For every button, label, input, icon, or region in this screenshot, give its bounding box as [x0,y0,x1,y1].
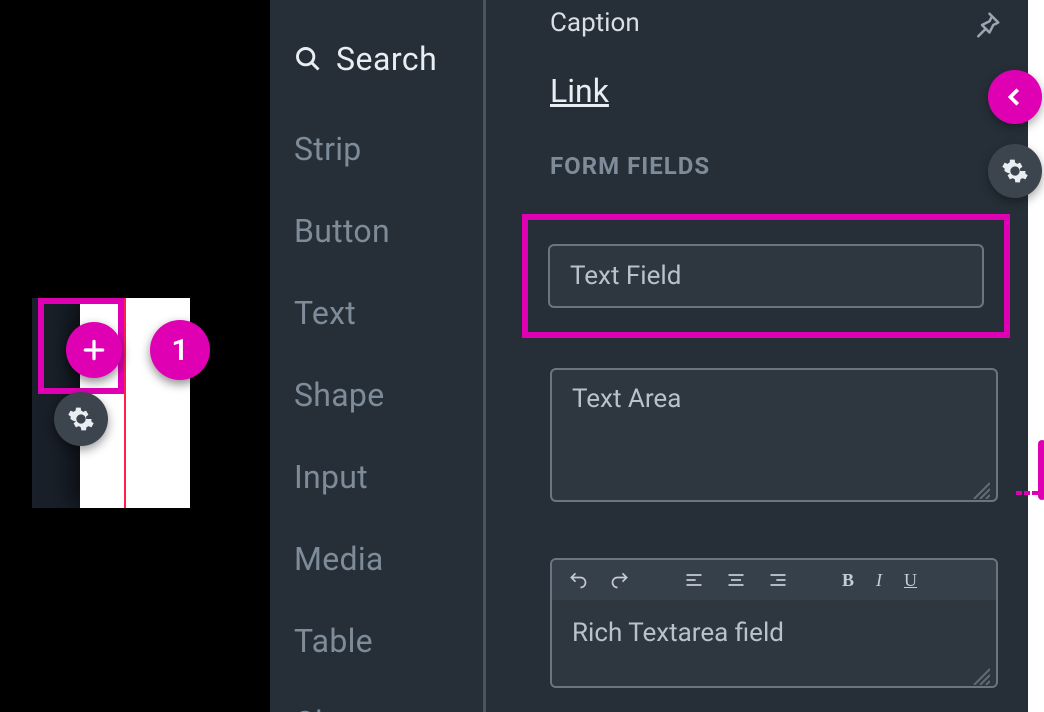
text-field-preview: Text Field [548,244,984,308]
underline-icon[interactable]: U [904,570,917,591]
search-label: Search [336,40,437,78]
caption-item[interactable]: Caption [550,0,998,38]
italic-icon[interactable]: I [876,570,882,591]
component-marker: 1 [32,298,192,510]
redo-icon[interactable] [610,570,630,590]
rich-textarea-body: Rich Textarea field [552,600,996,686]
category-text[interactable]: Text [270,272,483,354]
align-center-icon[interactable] [726,570,746,590]
link-item[interactable]: Link [550,72,609,110]
chevron-left-icon [1004,86,1026,108]
undo-icon[interactable] [568,570,588,590]
drag-handle-icon [1014,480,1044,486]
category-sidebar: Search Strip Button Text Shape Input Med… [270,0,486,712]
step-badge: 1 [150,320,210,380]
gear-icon [1001,157,1029,185]
panel-settings-button[interactable] [988,144,1042,198]
step-badge-number: 1 [171,333,188,368]
align-right-icon[interactable] [768,570,788,590]
form-fields-heading: FORM FIELDS [550,152,998,180]
gear-icon [67,405,95,433]
element-settings-button[interactable] [54,392,108,446]
category-shape[interactable]: Shape [270,354,483,436]
rich-textarea-item[interactable]: B I U Rich Textarea field [550,558,998,688]
text-field-label: Text Field [570,261,681,291]
canvas-column: 1 [0,0,270,712]
collapse-panel-button[interactable] [988,70,1042,124]
align-left-icon[interactable] [684,570,704,590]
category-table[interactable]: Table [270,600,483,682]
search-icon [294,45,322,73]
resize-handle-icon [970,662,990,682]
category-strip[interactable]: Strip [270,108,483,190]
plus-icon [81,337,107,363]
search-row[interactable]: Search [270,40,483,108]
pin-icon [972,10,1002,40]
category-chart[interactable]: Chart [270,682,483,712]
text-field-item[interactable]: Text Field [522,214,1010,338]
text-area-item[interactable]: Text Area [550,368,998,502]
category-button[interactable]: Button [270,190,483,272]
detail-panel: Caption Link FORM FIELDS Text Field Text… [486,0,1028,712]
right-gutter [1028,0,1044,712]
bold-icon[interactable]: B [842,570,854,591]
pin-panel-button[interactable] [970,8,1004,42]
add-element-button[interactable] [66,322,122,378]
resize-handle-icon [970,476,990,496]
text-area-label: Text Area [572,384,681,414]
scrollbar-thumb[interactable] [1038,440,1044,500]
category-input[interactable]: Input [270,436,483,518]
rich-text-toolbar: B I U [552,560,996,600]
rich-textarea-label: Rich Textarea field [572,618,784,648]
category-media[interactable]: Media [270,518,483,600]
marker-guideline [124,298,126,508]
